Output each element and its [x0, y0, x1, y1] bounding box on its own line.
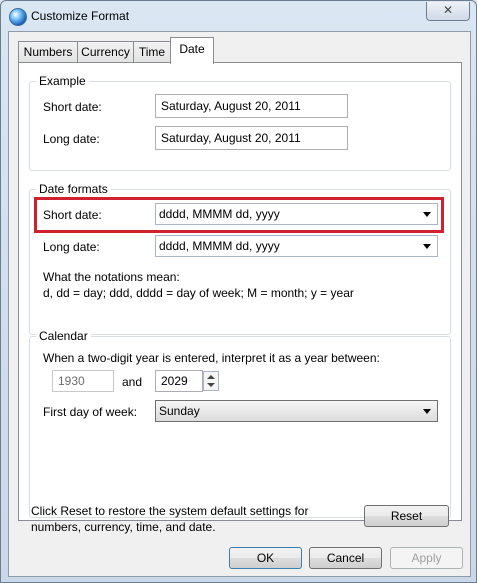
close-button[interactable]: ✕ [426, 2, 470, 21]
and-label: and [122, 375, 143, 389]
spin-up-icon[interactable] [207, 375, 215, 379]
close-icon: ✕ [442, 3, 454, 17]
year-to-field[interactable]: 2029 [155, 370, 203, 392]
long-date-format-label: Long date: [43, 240, 100, 254]
chevron-down-icon [423, 409, 431, 414]
calendar-legend: Calendar [36, 329, 91, 343]
reset-help-line2: numbers, currency, time, and date. [31, 520, 216, 534]
example-short-date-label: Short date: [43, 100, 102, 114]
window-title: Customize Format [31, 9, 130, 23]
first-day-of-week-value: Sunday [159, 404, 200, 418]
notation-title: What the notations mean: [43, 270, 180, 284]
tab-currency[interactable]: Currency [77, 41, 134, 62]
first-day-of-week-label: First day of week: [43, 405, 138, 419]
year-to-spinner[interactable] [203, 371, 219, 391]
notation-text: d, dd = day; ddd, dddd = day of week; M … [43, 286, 354, 300]
dialog-body: Numbers Currency Time Date Example Short… [8, 31, 471, 577]
chevron-down-icon [423, 212, 431, 217]
two-digit-year-text: When a two-digit year is entered, interp… [43, 351, 380, 365]
title-bar[interactable]: Customize Format ✕ [1, 1, 476, 31]
example-short-date-field: Saturday, August 20, 2011 [155, 94, 348, 118]
ok-button[interactable]: OK [229, 547, 302, 569]
tab-numbers[interactable]: Numbers [18, 41, 78, 62]
date-tab-panel: Example Short date: Saturday, August 20,… [18, 62, 462, 521]
spin-down-icon[interactable] [207, 383, 215, 387]
example-legend: Example [36, 74, 89, 88]
example-long-date-field: Saturday, August 20, 2011 [155, 126, 348, 150]
tab-date[interactable]: Date [170, 37, 214, 64]
date-formats-legend: Date formats [36, 182, 111, 196]
chevron-down-icon [423, 244, 431, 249]
short-date-format-label: Short date: [43, 208, 102, 222]
reset-button[interactable]: Reset [364, 505, 449, 527]
first-day-of-week-select[interactable]: Sunday [155, 400, 438, 422]
cancel-button[interactable]: Cancel [309, 547, 382, 569]
year-from-field: 1930 [52, 370, 114, 392]
example-long-date-label: Long date: [43, 132, 100, 146]
long-date-format-combo[interactable]: dddd, MMMM dd, yyyy [155, 235, 438, 257]
short-date-format-value: dddd, MMMM dd, yyyy [159, 207, 280, 221]
tab-time[interactable]: Time [133, 41, 171, 62]
short-date-format-combo[interactable]: dddd, MMMM dd, yyyy [155, 203, 438, 225]
apply-button[interactable]: Apply [390, 547, 463, 569]
long-date-format-value: dddd, MMMM dd, yyyy [159, 239, 280, 253]
reset-help-line1: Click Reset to restore the system defaul… [31, 504, 309, 518]
customize-format-window: Customize Format ✕ Numbers Currency Time… [0, 0, 477, 583]
globe-icon [9, 8, 27, 26]
